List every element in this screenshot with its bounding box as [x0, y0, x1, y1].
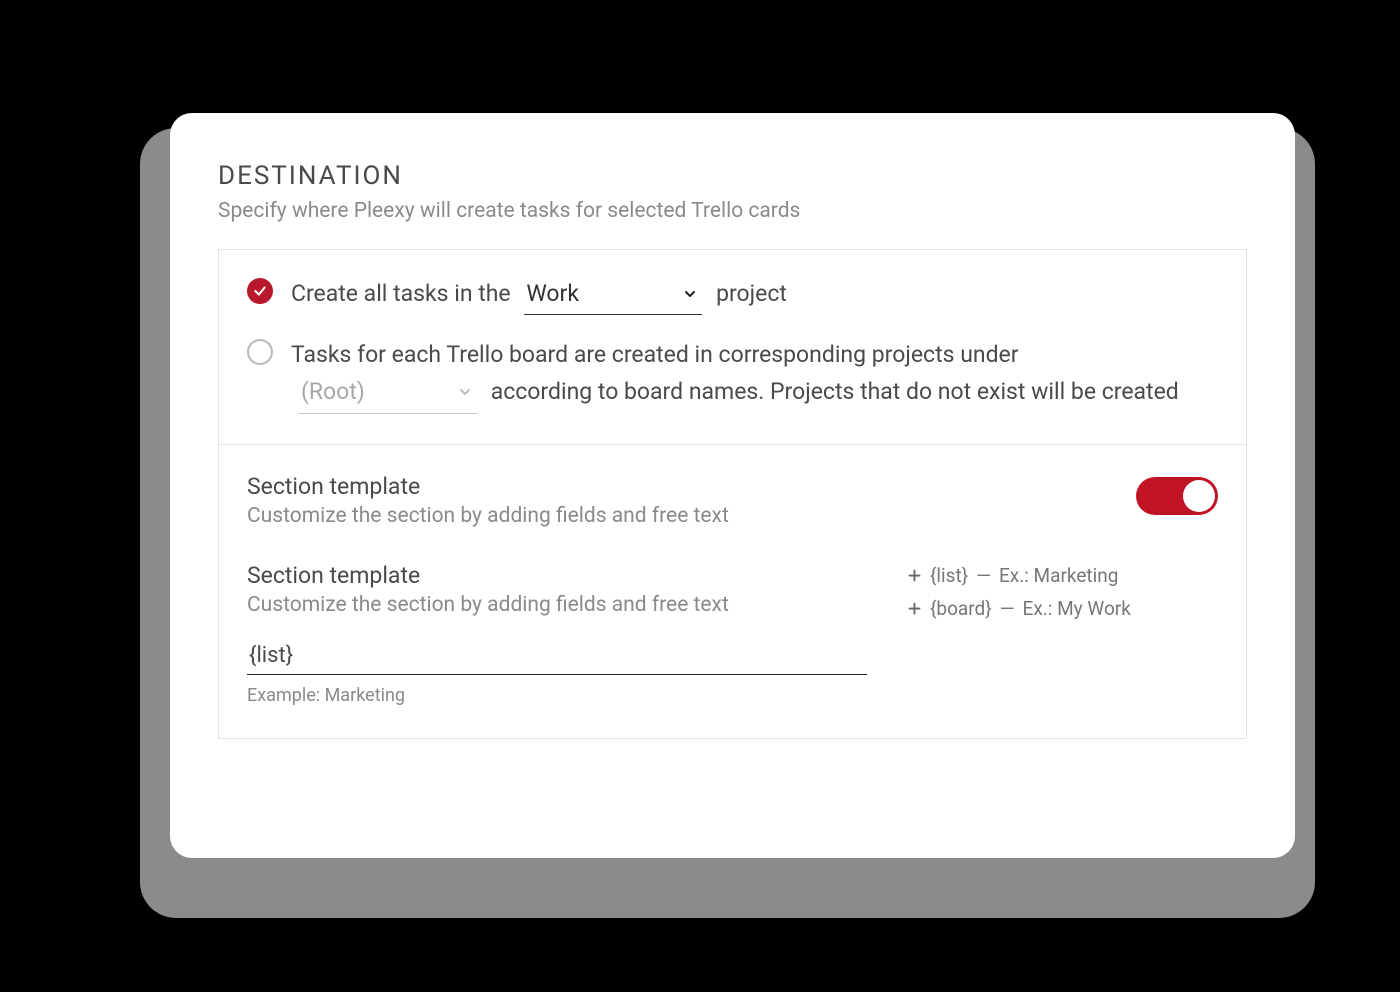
field-hint-board[interactable]: {board} — Ex.: My Work — [907, 597, 1218, 620]
field-hint-list-token: {list} — [930, 564, 968, 587]
radio-option-single-project[interactable]: Create all tasks in the Work project — [247, 276, 1218, 316]
toggle-knob — [1183, 480, 1215, 512]
destination-panel: Create all tasks in the Work project — [218, 249, 1247, 739]
option2-line2: according to board names. Projects that … — [491, 378, 1179, 405]
section-template-example: Example: Marketing — [247, 685, 867, 706]
chevron-down-icon — [457, 384, 473, 400]
section-template-panel: Section template Customize the section b… — [219, 445, 1246, 738]
section-template-title: Section template — [247, 473, 1106, 500]
section-template-input[interactable] — [247, 635, 867, 675]
destination-options: Create all tasks in the Work project — [219, 250, 1246, 445]
plus-icon — [907, 568, 922, 583]
section-template-form-description: Customize the section by adding fields a… — [247, 593, 867, 617]
radio-checked-icon — [247, 278, 273, 304]
option1-prefix: Create all tasks in the — [291, 280, 511, 307]
section-subtitle: Specify where Pleexy will create tasks f… — [218, 199, 1247, 223]
section-title: DESTINATION — [218, 161, 1247, 191]
section-template-form-title: Section template — [247, 562, 867, 589]
option1-suffix: project — [716, 280, 787, 307]
section-template-toggle[interactable] — [1136, 477, 1218, 515]
chevron-down-icon — [682, 286, 698, 302]
root-project-select-value: (Root) — [301, 374, 365, 411]
field-hint-board-example: Ex.: My Work — [1023, 597, 1131, 620]
field-hint-board-token: {board} — [930, 597, 992, 620]
settings-card: DESTINATION Specify where Pleexy will cr… — [170, 113, 1295, 858]
field-hint-list-example: Ex.: Marketing — [999, 564, 1118, 587]
radio-option-per-board-label: Tasks for each Trello board are created … — [291, 337, 1218, 414]
plus-icon — [907, 601, 922, 616]
root-project-select[interactable]: (Root) — [299, 374, 477, 414]
project-select[interactable]: Work — [524, 276, 702, 316]
field-hint-list[interactable]: {list} — Ex.: Marketing — [907, 564, 1218, 587]
radio-unchecked-icon — [247, 339, 273, 365]
radio-option-single-project-label: Create all tasks in the Work project — [291, 276, 787, 316]
option2-line1: Tasks for each Trello board are created … — [291, 341, 1019, 368]
radio-option-per-board[interactable]: Tasks for each Trello board are created … — [247, 337, 1218, 414]
section-template-description: Customize the section by adding fields a… — [247, 504, 1106, 528]
project-select-value: Work — [526, 276, 579, 313]
field-hints: {list} — Ex.: Marketing {board} — — [907, 562, 1218, 630]
